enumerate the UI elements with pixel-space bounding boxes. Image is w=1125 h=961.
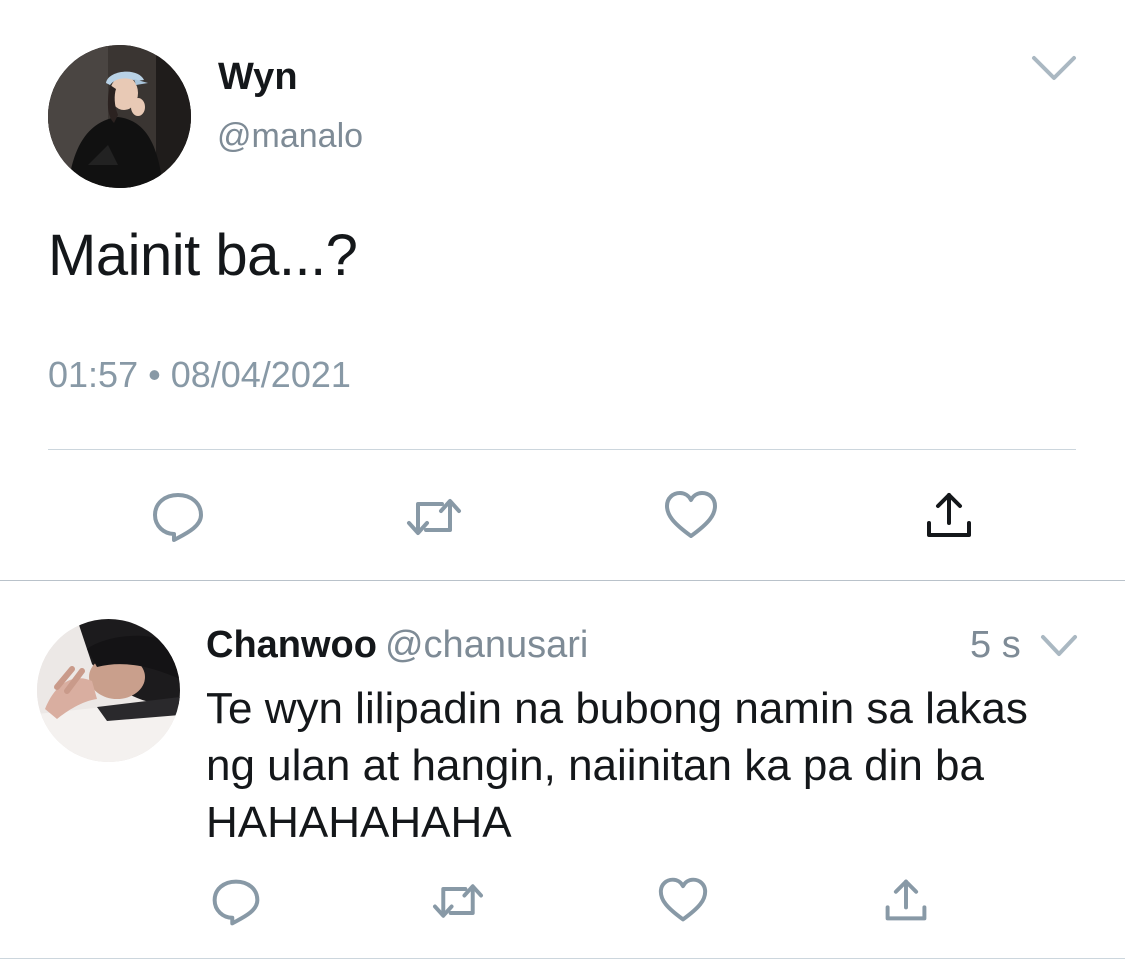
reply-timestamp[interactable]: 5 s bbox=[970, 624, 1021, 667]
main-timestamp: 01:57 • 08/04/2021 bbox=[48, 354, 351, 396]
reply-display-name[interactable]: Chanwoo bbox=[206, 624, 377, 666]
reply-avatar[interactable] bbox=[37, 619, 180, 762]
main-time: 01:57 bbox=[48, 354, 139, 395]
reply-avatar-photo bbox=[37, 619, 180, 762]
reply-tweet-text: Te wyn lilipadin na bubong namin sa laka… bbox=[206, 684, 1028, 847]
reply-icon[interactable] bbox=[210, 876, 262, 928]
reply-handle[interactable]: @chanusari bbox=[385, 624, 588, 666]
main-date: 08/04/2021 bbox=[170, 354, 351, 395]
share-icon[interactable] bbox=[883, 876, 929, 924]
main-tweet-text: Mainit ba...? bbox=[48, 223, 358, 288]
section-divider bbox=[0, 580, 1125, 581]
reply-icon[interactable] bbox=[150, 489, 206, 545]
main-display-name[interactable]: Wyn bbox=[218, 56, 298, 99]
share-icon[interactable] bbox=[924, 489, 974, 541]
main-handle[interactable]: @manalo bbox=[217, 117, 363, 156]
retweet-icon[interactable] bbox=[404, 492, 464, 542]
divider bbox=[0, 958, 1125, 959]
chevron-down-icon[interactable] bbox=[1030, 52, 1078, 84]
retweet-icon[interactable] bbox=[429, 878, 487, 924]
main-avatar-photo bbox=[48, 45, 191, 188]
like-icon[interactable] bbox=[657, 876, 709, 924]
chevron-down-icon[interactable] bbox=[1040, 633, 1078, 659]
meta-separator: • bbox=[148, 354, 161, 395]
main-avatar[interactable] bbox=[48, 45, 191, 188]
divider bbox=[48, 449, 1076, 450]
reply-header: Chanwoo @chanusari bbox=[206, 624, 588, 667]
like-icon[interactable] bbox=[663, 489, 719, 541]
